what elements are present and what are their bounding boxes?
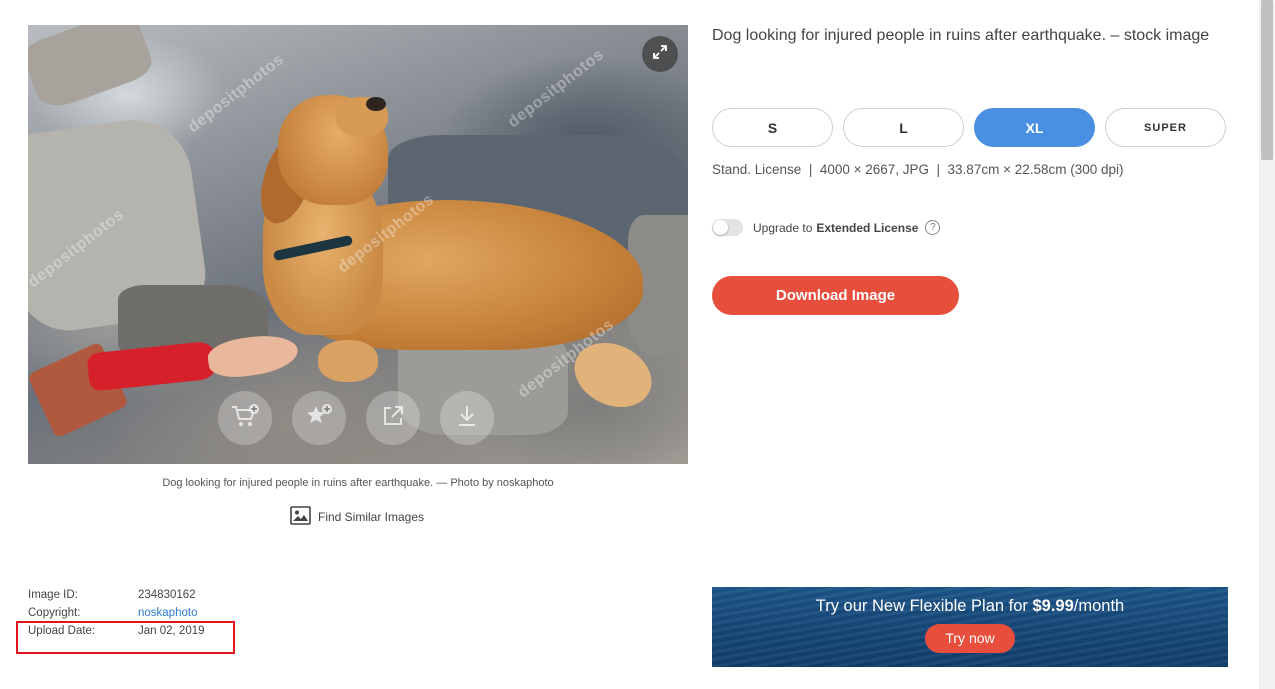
stock-photo[interactable]: depositphotos depositphotos depositphoto… (28, 25, 688, 464)
upgrade-label: Upgrade to (753, 220, 813, 235)
find-similar-images-link[interactable]: Find Similar Images (290, 506, 424, 528)
promo-text-prefix: Try our New Flexible Plan for (815, 597, 1033, 615)
download-image-button[interactable]: Download Image (712, 276, 959, 315)
promo-text: Try our New Flexible Plan for $9.99/mont… (712, 587, 1228, 616)
image-id-row: Image ID: 234830162 (28, 589, 205, 607)
dog-paw (318, 340, 378, 382)
image-id-value: 234830162 (138, 589, 196, 601)
promo-price: $9.99 (1032, 597, 1074, 615)
download-icon (456, 404, 478, 433)
rock (28, 25, 157, 114)
add-to-cart-button[interactable] (218, 391, 272, 445)
size-s-button[interactable]: S (712, 108, 833, 147)
image-id-label: Image ID: (28, 589, 78, 601)
promo-banner: Try our New Flexible Plan for $9.99/mont… (712, 587, 1228, 667)
share-button[interactable] (366, 391, 420, 445)
photo-caption: Dog looking for injured people in ruins … (162, 477, 554, 489)
size-selector: S L XL SUPER (712, 108, 1226, 147)
add-to-favorites-button[interactable] (292, 391, 346, 445)
size-xl-button[interactable]: XL (974, 108, 1095, 147)
photo-actions (218, 391, 494, 445)
download-preview-button[interactable] (440, 391, 494, 445)
expand-button[interactable] (642, 36, 678, 72)
image-title: Dog looking for injured people in ruins … (712, 27, 1210, 44)
share-icon (381, 404, 405, 433)
scrollbar-thumb[interactable] (1261, 0, 1273, 160)
extended-license-toggle[interactable] (712, 219, 743, 236)
expand-icon (652, 44, 668, 65)
size-super-button[interactable]: SUPER (1105, 108, 1226, 147)
watermark: depositphotos (184, 50, 288, 137)
add-to-cart-icon (230, 403, 260, 434)
toggle-knob (713, 220, 728, 235)
extended-license-label: Extended License (816, 220, 919, 235)
add-to-favorites-icon (305, 403, 333, 434)
red-sleeve-arm (86, 340, 220, 392)
license-info: Stand. License | 4000 × 2667, JPG | 33.8… (712, 162, 1124, 177)
promo-text-suffix: /month (1073, 597, 1125, 615)
find-similar-label: Find Similar Images (318, 510, 425, 524)
image-icon (290, 506, 311, 528)
dog-nose (366, 97, 386, 111)
upgrade-extended-license: Upgrade to Extended License ? (712, 219, 941, 236)
highlight-box (16, 621, 235, 654)
help-icon[interactable]: ? (925, 220, 941, 235)
size-l-button[interactable]: L (843, 108, 964, 147)
try-now-button[interactable]: Try now (925, 624, 1015, 653)
watermark: depositphotos (504, 45, 608, 132)
